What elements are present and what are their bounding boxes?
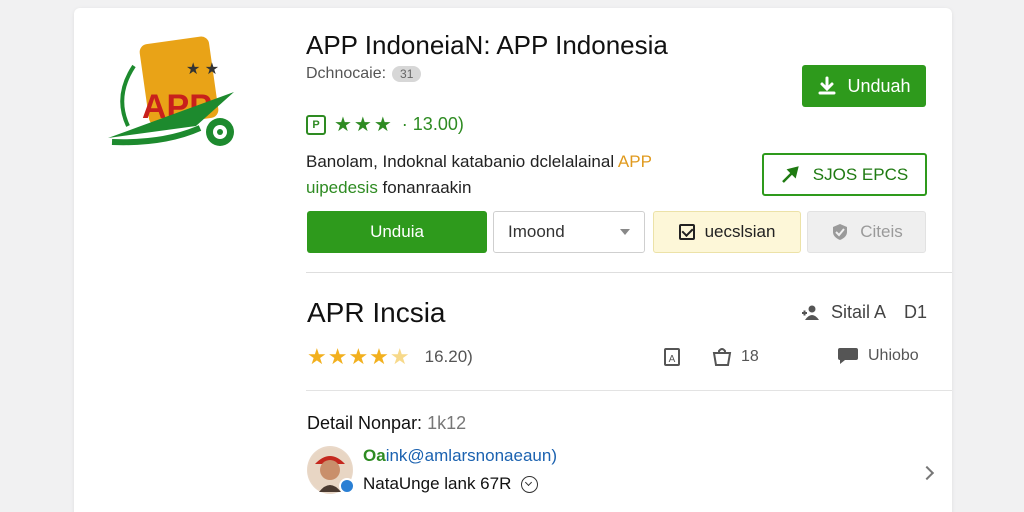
description-highlight-green: uipedesis [306,178,378,197]
svg-text:★ ★: ★ ★ [186,61,219,78]
detail-title: Detail Nonpar: 1k12 [307,413,466,434]
meta-downloads: A [663,347,681,367]
checkbox-icon [678,224,695,240]
wishlist-label: uecslsian [704,222,776,241]
section-divider [306,272,952,273]
app-detail-card: ★ ★ APP APP IndoneiaN: APP Indonesia Dch… [74,8,952,512]
version-select[interactable]: Imoond [493,211,645,253]
review-meta: NataUnge lank 67R [363,474,557,494]
developer-name: Dchnocaie: [306,65,387,82]
outline-action-label: SJOS EPCS [812,164,909,184]
disabled-label: Citeis [860,222,903,241]
review-user-prefix: Oa [363,446,386,465]
description-part2: fonanraakin [377,178,472,197]
stars-count: 16.20) [424,347,473,366]
avatar [307,446,355,494]
rating-value: · 13.00) [401,114,464,134]
detail-label: Detail Nonpar: [307,413,423,433]
detail-number: 1k12 [427,413,467,433]
developer-badge: 31 [392,66,422,82]
meta-reviews-count: 18 [741,348,759,365]
share-row[interactable]: Sitail A D1 [801,302,927,323]
green-stars-icon: ★★★ [334,114,394,136]
review-text: Oaink@amlarsnonaeaun) NataUnge lank 67R [363,446,557,494]
install-label: Unduia [370,222,424,241]
stars-row: ★★★★★ 16.20) [307,344,473,370]
document-icon: A [664,348,680,366]
version-select-value: Imoond [508,222,565,241]
rating-line: P ★★★ · 13.00) [306,112,464,137]
meta-reviews: 18 [711,347,759,367]
review-meta-text: NataUnge lank 67R [363,474,512,493]
share-icon [802,305,819,320]
top-download-label: Unduah [847,75,911,96]
download-icon [818,76,836,95]
outline-action-button[interactable]: SJOS EPCS [762,153,927,196]
description-part1: Banolam, Indoknal katabanio dclelalainal [306,152,618,171]
bag-icon [712,348,732,366]
meta-divider [306,390,952,391]
share-label: Sitail A [831,302,887,322]
description-highlight-orange: APP [617,152,652,171]
review-user: Oaink@amlarsnonaeaun) [363,446,557,466]
verified-badge-icon [339,478,355,494]
install-button[interactable]: Unduia [307,211,487,253]
app-description: Banolam, Indoknal katabanio dclelalainal… [306,149,716,201]
meta-update-label: Uhiobo [868,347,919,364]
review-list-item[interactable]: Oaink@amlarsnonaeaun) NataUnge lank 67R [307,446,935,506]
meta-update: Uhiobo [836,347,919,365]
disabled-button[interactable]: Citeis [807,211,926,253]
section-title: APR Incsia [307,297,446,328]
developer-row[interactable]: Dchnocaie: 31 [306,65,422,83]
chevron-right-icon[interactable] [919,465,935,481]
chat-icon [838,348,858,364]
chevron-down-icon [620,229,630,235]
app-title: APP IndoneiaN: APP Indonesia [306,30,668,60]
app-logo: ★ ★ APP [108,36,234,146]
content-rating-icon: P [306,114,326,135]
clock-icon [521,475,539,493]
share-count: D1 [904,302,928,322]
send-icon [781,165,799,183]
review-user-rest: ink@amlarsnonaeaun) [385,446,557,465]
meta-downloads-glyph: A [669,354,676,365]
gold-stars-icon: ★★★★★ [307,344,411,369]
wishlist-button[interactable]: uecslsian [653,211,801,253]
shield-icon [833,224,848,240]
top-download-button[interactable]: Unduah [802,65,926,107]
